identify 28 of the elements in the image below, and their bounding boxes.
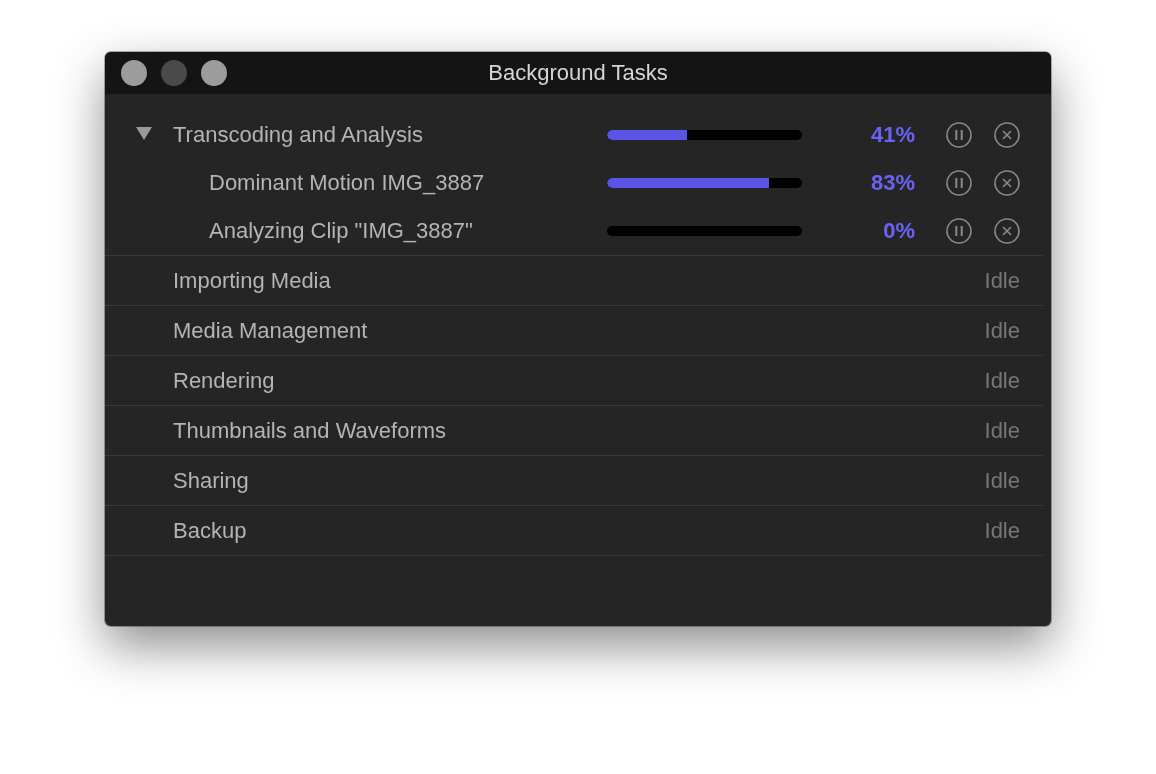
task-name: Importing Media	[173, 267, 332, 294]
percent-label: 83%	[869, 170, 916, 196]
percent-label: 0%	[882, 218, 916, 244]
task-name: Media Management	[173, 317, 369, 344]
task-name: Rendering	[173, 367, 276, 394]
window-title: Background Tasks	[488, 60, 668, 85]
close-button[interactable]	[121, 60, 147, 86]
pause-icon[interactable]	[946, 218, 972, 244]
cancel-icon[interactable]	[994, 170, 1020, 196]
status-label: Idle	[984, 317, 1020, 344]
task-name: Thumbnails and Waveforms	[173, 417, 448, 444]
status-label: Idle	[984, 417, 1020, 444]
status-label: Idle	[984, 267, 1020, 294]
cancel-icon[interactable]	[994, 218, 1020, 244]
pause-icon[interactable]	[946, 122, 972, 148]
zoom-button[interactable]	[201, 60, 227, 86]
status-label: Idle	[984, 517, 1020, 544]
pause-icon[interactable]	[946, 170, 972, 196]
task-name: Dominant Motion IMG_3887	[208, 170, 486, 196]
cancel-icon[interactable]	[994, 122, 1020, 148]
percent-label: 41%	[869, 122, 916, 148]
task-name: Backup	[173, 517, 248, 544]
task-name: Sharing	[173, 467, 250, 494]
task-name: Transcoding and Analysis	[173, 122, 424, 148]
task-name: Analyzing Clip "IMG_3887"	[208, 218, 474, 244]
status-label: Idle	[984, 467, 1020, 494]
disclosure-triangle-icon[interactable]	[135, 126, 153, 140]
status-label: Idle	[984, 367, 1020, 394]
